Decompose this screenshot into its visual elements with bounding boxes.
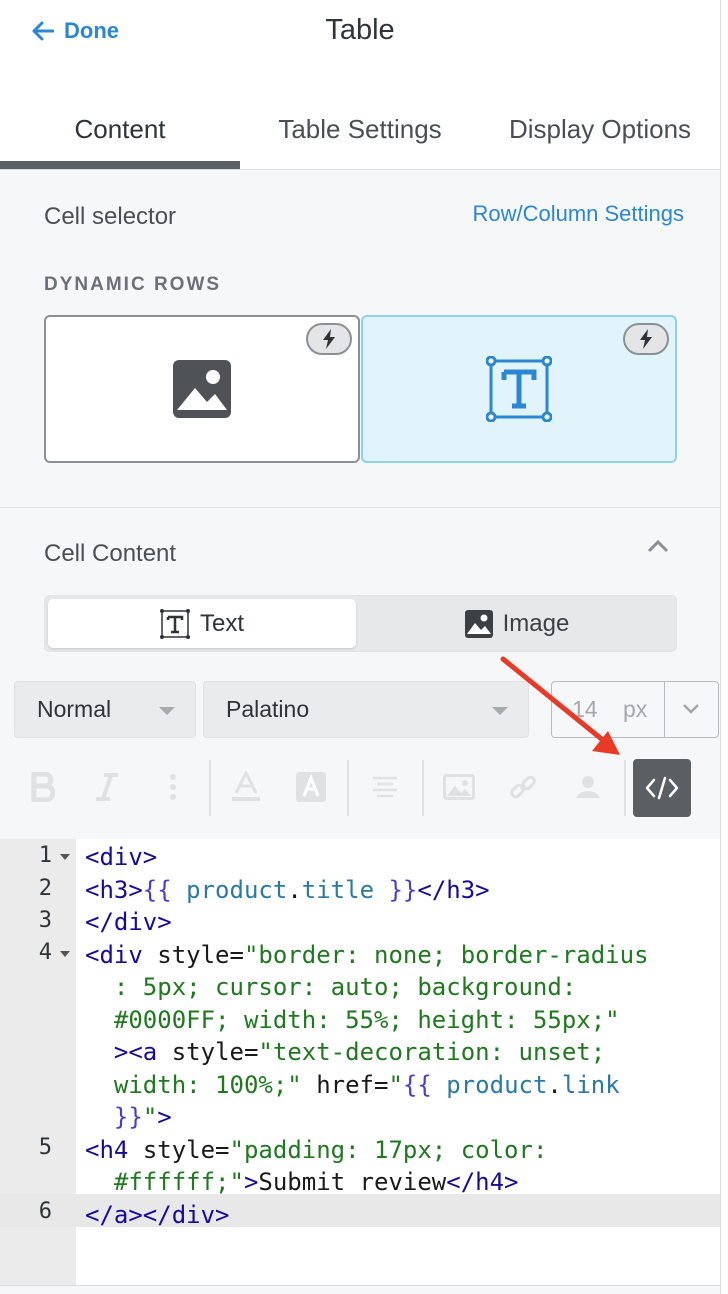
font-size-value[interactable]: 14 — [572, 696, 598, 723]
dynamic-rows-label: DYNAMIC ROWS — [44, 274, 222, 295]
tab-table-settings[interactable]: Table Settings — [240, 96, 480, 169]
tab-content[interactable]: Content — [0, 96, 240, 169]
font-family-dropdown[interactable]: Palatino — [203, 681, 529, 738]
paragraph-style-dropdown[interactable]: Normal — [14, 681, 196, 738]
font-family-value: Palatino — [226, 696, 310, 722]
cell-selector-label: Cell selector — [44, 203, 177, 230]
line-number: 6 — [38, 1199, 52, 1224]
link-button[interactable] — [494, 758, 552, 816]
image-icon — [173, 360, 231, 418]
cell-content-label: Cell Content — [44, 540, 177, 567]
code-view-button[interactable] — [633, 759, 691, 817]
highlight-button[interactable] — [282, 758, 340, 816]
line-number: 4 — [38, 940, 52, 965]
font-size-unit: px — [623, 696, 648, 722]
line-number: 2 — [38, 876, 52, 901]
header: Done Table — [0, 0, 720, 64]
active-tab-indicator — [0, 161, 240, 169]
more-options-button[interactable] — [144, 758, 202, 816]
lightning-icon — [323, 329, 335, 349]
more-icon — [170, 774, 176, 800]
caret-down-icon — [159, 707, 175, 715]
code-view-icon — [645, 776, 679, 800]
panel-bottom-border — [0, 1285, 720, 1286]
personalize-button[interactable] — [559, 758, 617, 816]
insert-image-icon — [443, 774, 475, 800]
line-number: 1 — [38, 843, 52, 868]
align-button[interactable] — [356, 758, 414, 816]
lightning-icon — [640, 329, 652, 349]
link-icon — [510, 775, 536, 799]
toolbar-divider — [209, 760, 211, 816]
code-editor[interactable]: 1 2 3 4 5 6 <div> <h3>{{ product.title }… — [0, 839, 720, 1286]
bold-icon — [31, 772, 55, 802]
row-column-settings-link[interactable]: Row/Column Settings — [472, 201, 684, 227]
line-number: 3 — [38, 908, 52, 933]
highlight-icon — [296, 772, 326, 802]
image-toggle-label: Image — [502, 609, 570, 637]
italic-button[interactable] — [78, 758, 136, 816]
text-icon — [159, 608, 190, 639]
toolbar-divider — [347, 760, 349, 816]
chevron-up-icon[interactable] — [646, 538, 670, 554]
code-content[interactable]: <div> <h3>{{ product.title }}</h3> </div… — [85, 841, 649, 1231]
text-color-icon — [232, 771, 260, 801]
caret-down-icon — [492, 707, 508, 715]
text-icon — [486, 356, 552, 422]
dynamic-badge — [306, 323, 352, 355]
image-toggle-button[interactable]: Image — [359, 599, 675, 648]
fold-arrow-icon[interactable] — [60, 951, 70, 957]
toolbar-divider — [624, 760, 626, 816]
divider — [664, 682, 665, 737]
dynamic-row-text-card[interactable] — [361, 315, 677, 463]
page-title: Table — [325, 14, 395, 46]
tab-display-options[interactable]: Display Options — [480, 96, 720, 169]
font-size-field[interactable]: 14 px — [551, 681, 719, 738]
panel-border — [720, 0, 721, 1294]
insert-image-button[interactable] — [430, 758, 488, 816]
italic-icon — [96, 773, 118, 801]
bold-button[interactable] — [14, 758, 72, 816]
image-icon — [464, 609, 493, 638]
text-toggle-button[interactable]: Text — [48, 599, 356, 648]
line-number: 5 — [38, 1135, 52, 1160]
dynamic-row-image-card[interactable] — [44, 315, 360, 463]
tab-bar: Content Table Settings Display Options — [0, 96, 720, 170]
text-color-button[interactable] — [217, 758, 275, 816]
chevron-down-icon[interactable] — [682, 702, 700, 716]
toolbar-divider — [422, 760, 424, 816]
paragraph-style-value: Normal — [37, 696, 112, 722]
text-toggle-label: Text — [199, 609, 244, 637]
dynamic-badge — [623, 323, 669, 355]
formatting-toolbar — [0, 758, 720, 818]
fold-arrow-icon[interactable] — [60, 854, 70, 860]
person-icon — [577, 776, 599, 798]
align-icon — [373, 776, 397, 798]
content-type-toggle: Text Image — [44, 595, 677, 652]
